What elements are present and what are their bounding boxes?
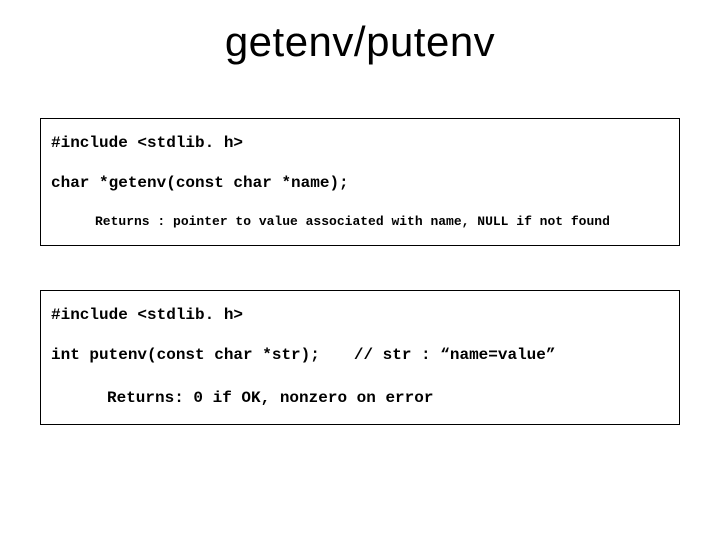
inline-comment: // str : “name=value” — [354, 343, 556, 369]
returns-description: Returns: 0 if OK, nonzero on error — [51, 386, 669, 412]
function-prototype: int putenv(const char *str); — [51, 343, 320, 369]
include-directive: #include <stdlib. h> — [51, 303, 669, 329]
code-box-getenv: #include <stdlib. h> char *getenv(const … — [40, 118, 680, 246]
function-prototype: char *getenv(const char *name); — [51, 171, 669, 197]
slide: getenv/putenv #include <stdlib. h> char … — [0, 0, 720, 540]
returns-description: Returns : pointer to value associated wi… — [51, 212, 669, 233]
include-directive: #include <stdlib. h> — [51, 131, 669, 157]
slide-title: getenv/putenv — [40, 18, 680, 66]
code-box-putenv: #include <stdlib. h> int putenv(const ch… — [40, 290, 680, 425]
prototype-row: int putenv(const char *str); // str : “n… — [51, 343, 669, 369]
